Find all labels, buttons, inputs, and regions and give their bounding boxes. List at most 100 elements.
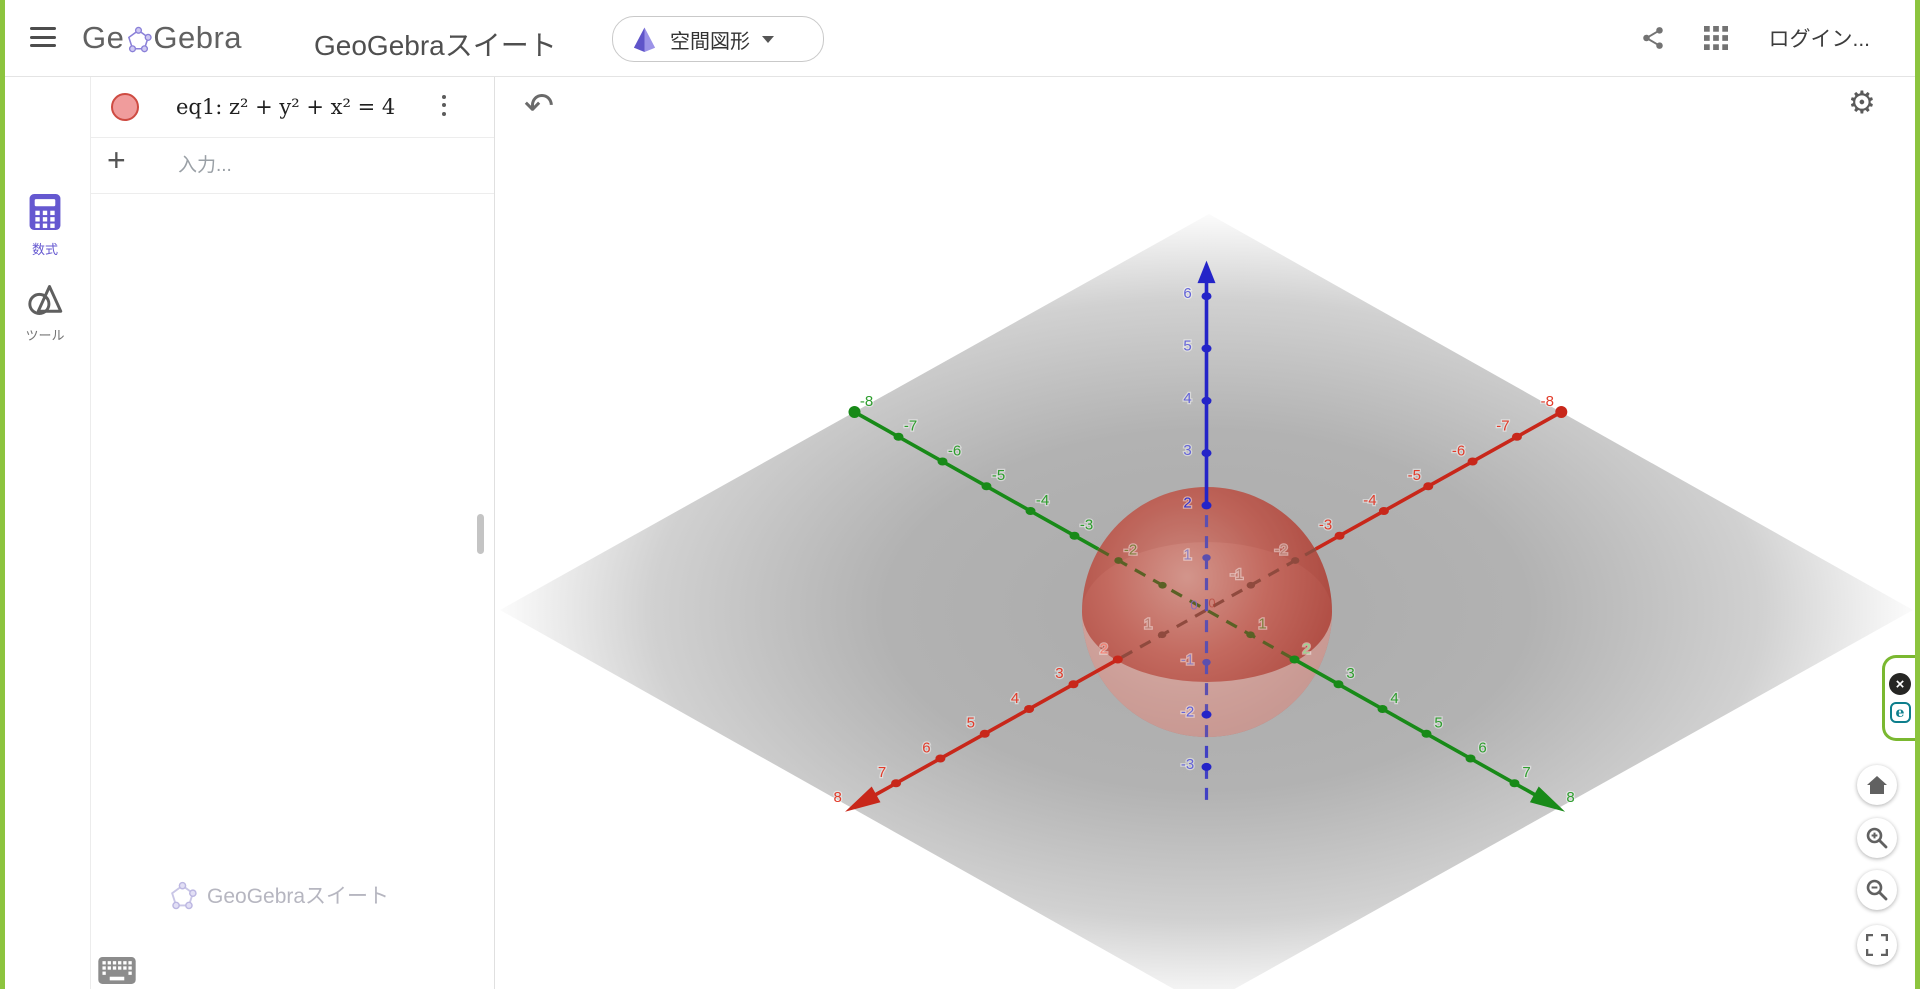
y-axis-tick-label: -8 [860, 393, 873, 410]
z-axis-tick-label: 4 [1183, 390, 1191, 407]
eset-extension-widget: × e [1882, 655, 1915, 741]
z-axis-tick-label: 5 [1183, 337, 1191, 354]
z-axis-tick-label: 6 [1183, 285, 1191, 302]
geogebra-app-window: Ge Gebra GeoGebraスイート 空間図形 [0, 0, 1920, 989]
x-axis-tick-label: 4 [1011, 690, 1019, 707]
sidebar-item-tools[interactable]: ツール [0, 284, 90, 344]
screen-edge-left [0, 0, 5, 989]
zoom-in-button[interactable] [1857, 818, 1897, 858]
y-axis-tick-label: 7 [1522, 764, 1530, 781]
share-icon [1640, 25, 1666, 51]
y-axis-tick-label: 6 [1478, 739, 1486, 756]
graphics-view-3d[interactable]: -8 -7 -6 -5 -4 -3 -2 -1 1 2 3 4 5 6 7 8 -8 -7 -6 -5 -4 -3 -2 1 2… [494, 76, 1916, 989]
calculator-icon [29, 194, 61, 230]
zoom-in-icon [1866, 827, 1888, 849]
y-axis-tick-label: 4 [1390, 690, 1398, 707]
x-axis-tick-label: -4 [1363, 492, 1376, 509]
geogebra-pentagon-icon [168, 881, 197, 910]
panel-scrollbar-thumb[interactable] [477, 514, 484, 554]
geogebra-logo: Ge Gebra [82, 17, 242, 59]
x-axis-tick-label: 1 [1144, 616, 1152, 633]
x-axis-tick-label: -1 [1230, 566, 1243, 583]
eset-close-button[interactable]: × [1889, 673, 1911, 695]
scene-3d[interactable]: -8 -7 -6 -5 -4 -3 -2 -1 1 2 3 4 5 6 7 8 -8 -7 -6 -5 -4 -3 -2 1 2… [494, 76, 1916, 989]
algebra-panel: eq1: z² + y² + x² = 4 + GeoGebraスイート [90, 76, 495, 989]
login-button[interactable]: ログイン... [1762, 22, 1876, 54]
x-axis-tick-label: -5 [1408, 467, 1421, 484]
app-header: Ge Gebra GeoGebraスイート 空間図形 [0, 0, 1920, 77]
y-axis-tick-label: -4 [1036, 492, 1049, 509]
z-axis-tick-label: 2 [1183, 494, 1191, 511]
sidebar-item-algebra[interactable]: 数式 [0, 194, 90, 258]
origin-label: 0 [1190, 597, 1197, 612]
algebra-input[interactable] [176, 147, 460, 185]
x-axis-tick-label: -7 [1496, 418, 1509, 435]
y-axis-tick-label: 2 [1302, 640, 1310, 657]
settings-gear-button[interactable]: ⚙ [1842, 84, 1882, 122]
geogebra-pentagon-icon [125, 26, 152, 53]
x-axis-tick-label: -2 [1275, 541, 1288, 558]
mode-label: 空間図形 [670, 25, 750, 54]
watermark-text: GeoGebraスイート [207, 880, 389, 910]
x-axis-tick-label: 3 [1055, 665, 1063, 682]
y-axis-tick-label: -7 [904, 418, 917, 435]
equation-label: eq1: [176, 95, 229, 119]
equation-row[interactable]: eq1: z² + y² + x² = 4 [90, 76, 494, 138]
x-axis-tick-label: -8 [1541, 393, 1554, 410]
z-axis-tick-label: -3 [1181, 756, 1194, 773]
equation-formula: z² + y² + x² = 4 [229, 95, 395, 119]
view-rail: 数式 ツール [0, 76, 91, 989]
object-visibility-dot[interactable] [111, 93, 139, 121]
zoom-out-button[interactable] [1857, 870, 1897, 910]
fullscreen-icon [1866, 934, 1888, 956]
y-axis-tick-label: 1 [1258, 616, 1266, 633]
z-axis-tick-label: -1 [1181, 651, 1194, 668]
tools-icon [27, 284, 63, 316]
logo-text-suffix: Gebra [153, 20, 242, 56]
y-axis-tick-label: -2 [1124, 541, 1137, 558]
keyboard-icon [98, 957, 136, 984]
pyramid-3d-icon [631, 26, 658, 53]
y-axis-tick-label: 8 [1566, 789, 1574, 806]
app-mode-selector[interactable]: 空間図形 [612, 16, 824, 62]
add-input-icon[interactable]: + [107, 142, 126, 179]
logo-text-prefix: Ge [82, 20, 124, 56]
app-title: GeoGebraスイート [314, 24, 557, 64]
origin-label: 0 [1208, 595, 1215, 610]
y-axis-tick-label: -3 [1080, 517, 1093, 534]
eset-extension-icon[interactable]: e [1890, 702, 1911, 723]
x-axis-tick-label: 6 [922, 739, 930, 756]
z-axis-tick-label: 1 [1183, 547, 1191, 564]
undo-button[interactable]: ↶ [518, 84, 560, 128]
apps-grid-button[interactable] [1700, 22, 1732, 54]
apps-grid-icon [1704, 26, 1728, 50]
sidebar-item-tools-label: ツール [0, 325, 90, 344]
algebra-input-row[interactable]: + [90, 137, 494, 194]
x-axis-tick-label: 8 [834, 789, 842, 806]
home-icon [1866, 775, 1888, 795]
main-menu-icon[interactable] [30, 27, 58, 49]
equation-text[interactable]: eq1: z² + y² + x² = 4 [176, 76, 395, 137]
share-button[interactable] [1636, 21, 1670, 55]
z-axis-tick-label: -2 [1181, 704, 1194, 721]
x-axis-tick-label: 2 [1100, 640, 1108, 657]
x-axis-tick-label: 7 [878, 764, 886, 781]
y-axis-tick-label: -6 [948, 442, 961, 459]
virtual-keyboard-toggle[interactable] [96, 955, 138, 986]
x-axis-tick-label: 5 [967, 715, 975, 732]
y-axis-tick-label: 3 [1346, 665, 1354, 682]
screen-edge-right [1915, 0, 1920, 989]
equation-menu-icon[interactable] [434, 90, 454, 124]
y-axis-tick-label: 5 [1434, 715, 1442, 732]
watermark: GeoGebraスイート [168, 880, 389, 910]
z-axis-tick-label: 3 [1183, 442, 1191, 459]
sidebar-item-algebra-label: 数式 [0, 239, 90, 258]
x-axis-tick-label: -3 [1319, 517, 1332, 534]
chevron-down-icon [762, 36, 774, 43]
x-axis-tick-label: -6 [1452, 442, 1465, 459]
y-axis-tick-label: -5 [992, 467, 1005, 484]
fullscreen-button[interactable] [1857, 925, 1897, 965]
zoom-out-icon [1866, 879, 1888, 901]
home-view-button[interactable] [1857, 765, 1897, 805]
header-actions: ログイン... [1636, 0, 1876, 76]
